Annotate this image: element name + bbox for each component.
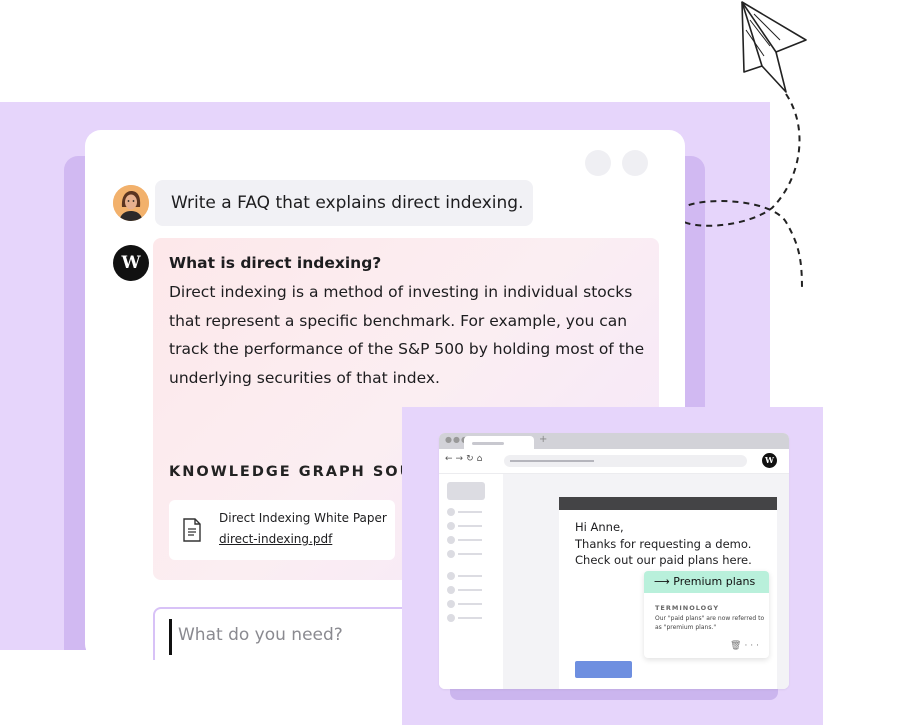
writer-extension-icon[interactable]: W: [762, 453, 777, 468]
sidebar-item[interactable]: [447, 600, 487, 608]
source-file-link[interactable]: direct-indexing.pdf: [219, 532, 332, 546]
suggestion-tag: TERMINOLOGY: [655, 604, 720, 612]
browser-tab[interactable]: [464, 436, 534, 449]
address-placeholder: [510, 460, 594, 462]
sidebar-item[interactable]: [447, 522, 487, 530]
suggestion-title[interactable]: ⟶ Premium plans: [644, 571, 769, 593]
source-card[interactable]: Direct Indexing White Paper direct-index…: [169, 500, 395, 560]
sidebar-item[interactable]: [447, 508, 487, 516]
address-bar[interactable]: [504, 455, 747, 467]
nav-buttons[interactable]: ←→↻⌂: [445, 454, 485, 464]
sidebar-item[interactable]: [447, 586, 487, 594]
browser-sidebar: [439, 474, 501, 689]
terminology-suggestion-popup: ⟶ Premium plans TERMINOLOGY Our "paid pl…: [644, 571, 769, 658]
suggestion-description: Our "paid plans" are now referred to as …: [655, 615, 765, 631]
user-avatar: [113, 185, 149, 221]
document-icon: [183, 518, 201, 542]
prompt-placeholder: What do you need?: [178, 625, 343, 645]
window-dot: [622, 150, 648, 176]
answer-body: Direct indexing is a method of investing…: [169, 283, 645, 387]
email-line: Check out our paid plans here.: [575, 553, 752, 567]
sidebar-item[interactable]: [447, 614, 487, 622]
email-header-bar: [559, 497, 777, 510]
email-send-button[interactable]: [575, 661, 632, 678]
sidebar-item[interactable]: [447, 536, 487, 544]
trash-icon[interactable]: 🗑: [730, 641, 744, 651]
sidebar-block: [447, 482, 485, 500]
user-message: Write a FAQ that explains direct indexin…: [155, 180, 533, 226]
source-name: Direct Indexing White Paper: [219, 511, 387, 525]
card-shadow-left: [64, 156, 86, 650]
more-icon[interactable]: ···: [744, 641, 762, 651]
email-greeting: Hi Anne,: [575, 520, 624, 534]
email-body: Hi Anne, Thanks for requesting a demo. C…: [575, 519, 752, 569]
answer-title: What is direct indexing?: [169, 254, 382, 272]
sidebar-item[interactable]: [447, 550, 487, 558]
sidebar-item[interactable]: [447, 572, 487, 580]
window-dot: [585, 150, 611, 176]
writer-logo-icon: W: [113, 245, 149, 281]
text-caret: [169, 619, 172, 655]
tab-title-placeholder: [472, 442, 504, 445]
email-line: Thanks for requesting a demo.: [575, 536, 752, 551]
browser-tab-bar: ●●● +: [439, 433, 789, 449]
browser-nav-bar: ←→↻⌂ W: [439, 449, 789, 474]
suggestion-actions: 🗑···: [730, 641, 762, 651]
new-tab-button[interactable]: +: [539, 434, 547, 445]
